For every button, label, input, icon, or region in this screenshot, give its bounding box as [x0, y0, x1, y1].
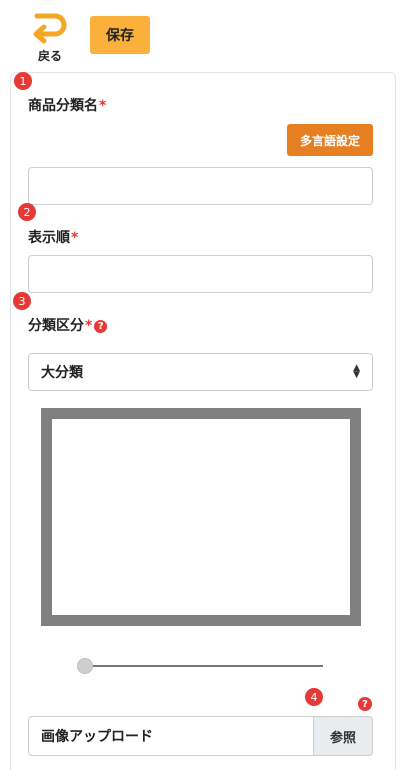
- category-name-label: 商品分類名*: [28, 95, 106, 115]
- page: 戻る 保存 1 商品分類名* 多言語設定 2 表示順* 3 分類区分*? 大分類…: [0, 0, 400, 770]
- display-order-label: 表示順*: [28, 227, 78, 247]
- zoom-slider-track[interactable]: [85, 665, 323, 667]
- display-order-input[interactable]: [28, 255, 373, 293]
- classification-type-select[interactable]: 大分類 ▲ ▼: [28, 353, 373, 391]
- required-mark: *: [99, 98, 107, 114]
- category-name-label-text: 商品分類名: [28, 98, 98, 114]
- save-button[interactable]: 保存: [90, 16, 150, 54]
- browse-button[interactable]: 参照: [313, 717, 372, 755]
- category-name-input[interactable]: [28, 167, 373, 205]
- multilanguage-settings-button[interactable]: 多言語設定: [287, 124, 373, 156]
- question-circle-icon[interactable]: ?: [358, 697, 372, 711]
- return-arrow-icon: [33, 13, 67, 44]
- step-badge-3: 3: [13, 292, 31, 310]
- image-preview-frame: [41, 408, 361, 626]
- required-mark: *: [85, 318, 93, 334]
- required-mark: *: [71, 230, 79, 246]
- image-upload-label: 画像アップロード: [29, 717, 313, 755]
- question-circle-icon[interactable]: ?: [94, 320, 108, 333]
- step-badge-1: 1: [14, 72, 32, 90]
- sort-arrows-icon: ▲ ▼: [353, 363, 360, 380]
- display-order-label-text: 表示順: [28, 230, 70, 246]
- classification-type-label: 分類区分*?: [28, 315, 108, 335]
- image-upload-field[interactable]: 画像アップロード 参照: [28, 716, 373, 756]
- classification-type-label-text: 分類区分: [28, 318, 84, 334]
- step-badge-2: 2: [18, 203, 36, 221]
- classification-type-selected: 大分類: [41, 365, 83, 381]
- back-button[interactable]: 戻る: [30, 10, 70, 64]
- back-label: 戻る: [37, 49, 62, 63]
- zoom-slider-thumb[interactable]: [77, 658, 93, 674]
- step-badge-4: 4: [305, 688, 323, 706]
